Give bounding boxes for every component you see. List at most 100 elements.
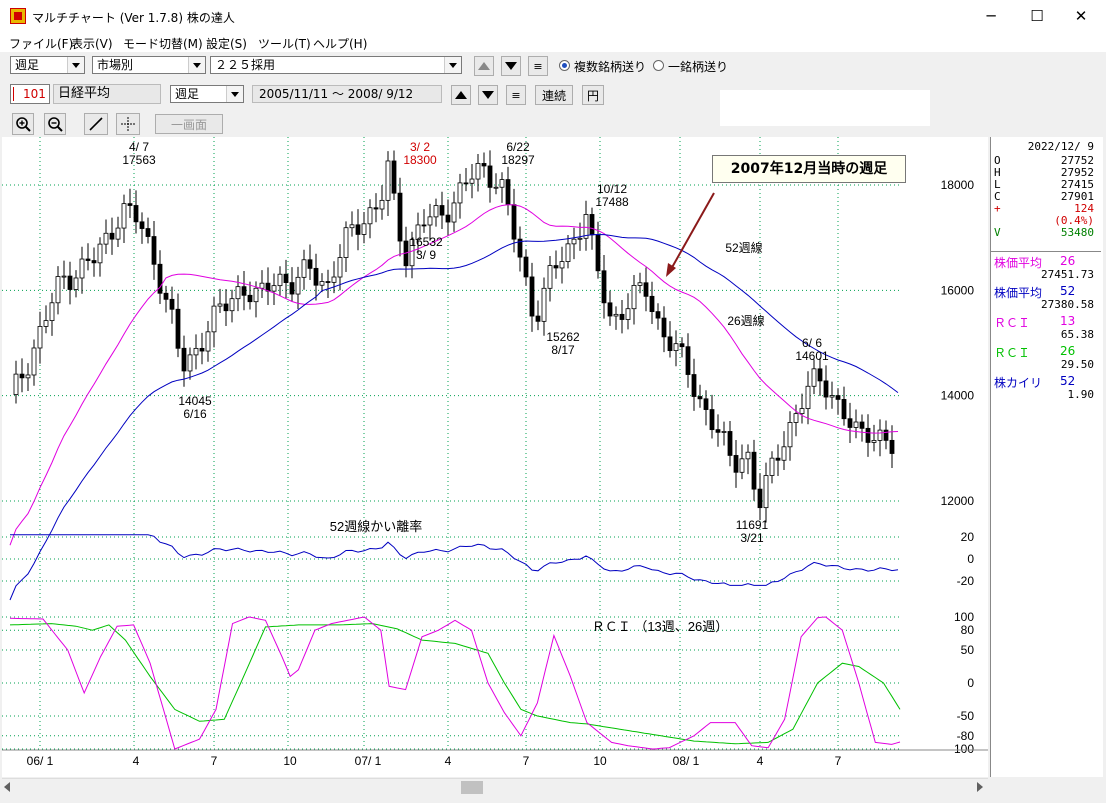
candle-body [649, 295, 655, 313]
candle-body [529, 276, 535, 317]
candle-body [883, 429, 889, 441]
chart-canvas[interactable]: 18000 16000 14000 12000 20 0 -20 10080 50 0 -50 -80… [2, 137, 988, 777]
candle-body [115, 227, 121, 240]
maximize-button[interactable]: ☐ [1014, 0, 1060, 32]
list-button-2[interactable]: ≡ [506, 85, 526, 105]
candle-body [199, 347, 205, 352]
trendline-icon [89, 117, 103, 131]
horizontal-scrollbar[interactable] [2, 778, 988, 796]
blank-panel [720, 90, 930, 126]
x-axis-label: 4 [133, 754, 140, 768]
renzoku-button[interactable]: 連続 [535, 85, 573, 105]
scroll-right-icon[interactable] [977, 782, 983, 792]
next-group-button[interactable] [501, 56, 521, 76]
menu-settings[interactable]: 設定(S) [206, 35, 247, 52]
info-separator [991, 251, 1101, 252]
candle-body [757, 488, 763, 509]
candle-body [331, 276, 337, 283]
radio-multi-label: 複数銘柄送り [574, 60, 647, 74]
candle-body [103, 232, 109, 245]
zoom-in-button[interactable] [12, 113, 34, 135]
indicator-value: 65.38 [1060, 328, 1094, 341]
x-axis-label: 4 [757, 754, 764, 768]
candle-body [361, 223, 367, 235]
x-axis-label: 7 [523, 754, 530, 768]
close-button[interactable]: ✕ [1058, 0, 1104, 32]
candle-body [289, 282, 295, 295]
candle-body [853, 421, 859, 428]
prev-group-button[interactable] [474, 56, 494, 76]
candle-body [205, 331, 211, 352]
next-stock-button[interactable] [478, 85, 498, 105]
group-select-value: ２２５採用 [215, 58, 276, 72]
list-button-1[interactable]: ≡ [528, 56, 548, 76]
one-screen-button[interactable]: 一画面 [155, 114, 223, 134]
price-label: 3/ 9 [416, 248, 436, 262]
candle-body [73, 277, 79, 290]
chevron-down-icon [444, 57, 461, 73]
prev-stock-button[interactable] [451, 85, 471, 105]
candle-body [559, 261, 565, 269]
indicator-value: 29.50 [1060, 358, 1094, 371]
candle-body [781, 446, 787, 461]
deviation-title: 52週線かい離率 [330, 519, 422, 534]
candle-body [499, 179, 505, 188]
menu-file[interactable]: ファイル(F) [9, 35, 73, 52]
candle-body [625, 308, 631, 320]
candle-body [733, 455, 739, 473]
yen-button[interactable]: 円 [582, 85, 604, 105]
price-label: 6/ 6 [802, 336, 822, 350]
candle-body [13, 373, 19, 396]
zoom-out-button[interactable] [44, 113, 66, 135]
menu-help[interactable]: ヘルプ(H) [313, 35, 367, 52]
candle-body [859, 421, 865, 429]
candle-body [889, 439, 895, 454]
price-label: 3/21 [740, 531, 764, 545]
price-label: 11691 [736, 518, 769, 532]
arrow-up-icon [478, 62, 490, 70]
menu-mode[interactable]: モード切替(M) [123, 35, 203, 52]
candle-body [193, 347, 199, 356]
candle-body [373, 207, 379, 210]
minimize-button[interactable]: ─ [968, 0, 1014, 32]
candle-body [745, 451, 751, 460]
indicator-value: 27451.73 [1041, 268, 1094, 281]
menu-view[interactable]: 表示(V) [71, 35, 113, 52]
code-field[interactable]: 101 [10, 84, 50, 104]
candle-body [583, 214, 589, 239]
radio-single[interactable] [653, 60, 664, 71]
candle-body [445, 214, 451, 223]
candle-body [775, 457, 781, 461]
chart-area[interactable]: 18000 16000 14000 12000 20 0 -20 100 80 50 0 -50 -80… [2, 137, 988, 777]
menu-tools[interactable]: ツール(T) [258, 35, 311, 52]
rci26-line [9, 623, 901, 745]
candle-body [817, 368, 823, 382]
candle-body [637, 282, 643, 286]
trendline-button[interactable] [84, 113, 108, 135]
candle-body [829, 395, 835, 398]
candle-body [799, 408, 805, 415]
candle-body [661, 317, 667, 338]
crosshair-button[interactable] [116, 113, 140, 135]
group-select[interactable]: ２２５採用 [210, 56, 462, 74]
period-select-2[interactable]: 週足 [170, 85, 244, 103]
scroll-thumb[interactable] [461, 781, 483, 794]
price-axis-label: 12000 [941, 494, 975, 508]
ma52-label: 52週線 [725, 240, 762, 255]
candle-body [19, 373, 25, 379]
price-label: 6/22 [506, 140, 530, 154]
period-select-1-value: 週足 [15, 58, 40, 72]
scroll-left-icon[interactable] [4, 782, 10, 792]
candle-body [319, 281, 325, 286]
radio-multi[interactable] [559, 60, 570, 71]
candle-body [805, 385, 811, 409]
candle-body [397, 192, 403, 242]
indicator-param: 26 [1060, 344, 1076, 358]
x-axis-label: 07/ 1 [355, 754, 382, 768]
price-label: 18300 [403, 153, 437, 167]
candle-body [97, 243, 103, 264]
market-select[interactable]: 市場別 [92, 56, 206, 74]
candle-body [67, 275, 73, 290]
candle-body [313, 267, 319, 286]
period-select-1[interactable]: 週足 [10, 56, 85, 74]
